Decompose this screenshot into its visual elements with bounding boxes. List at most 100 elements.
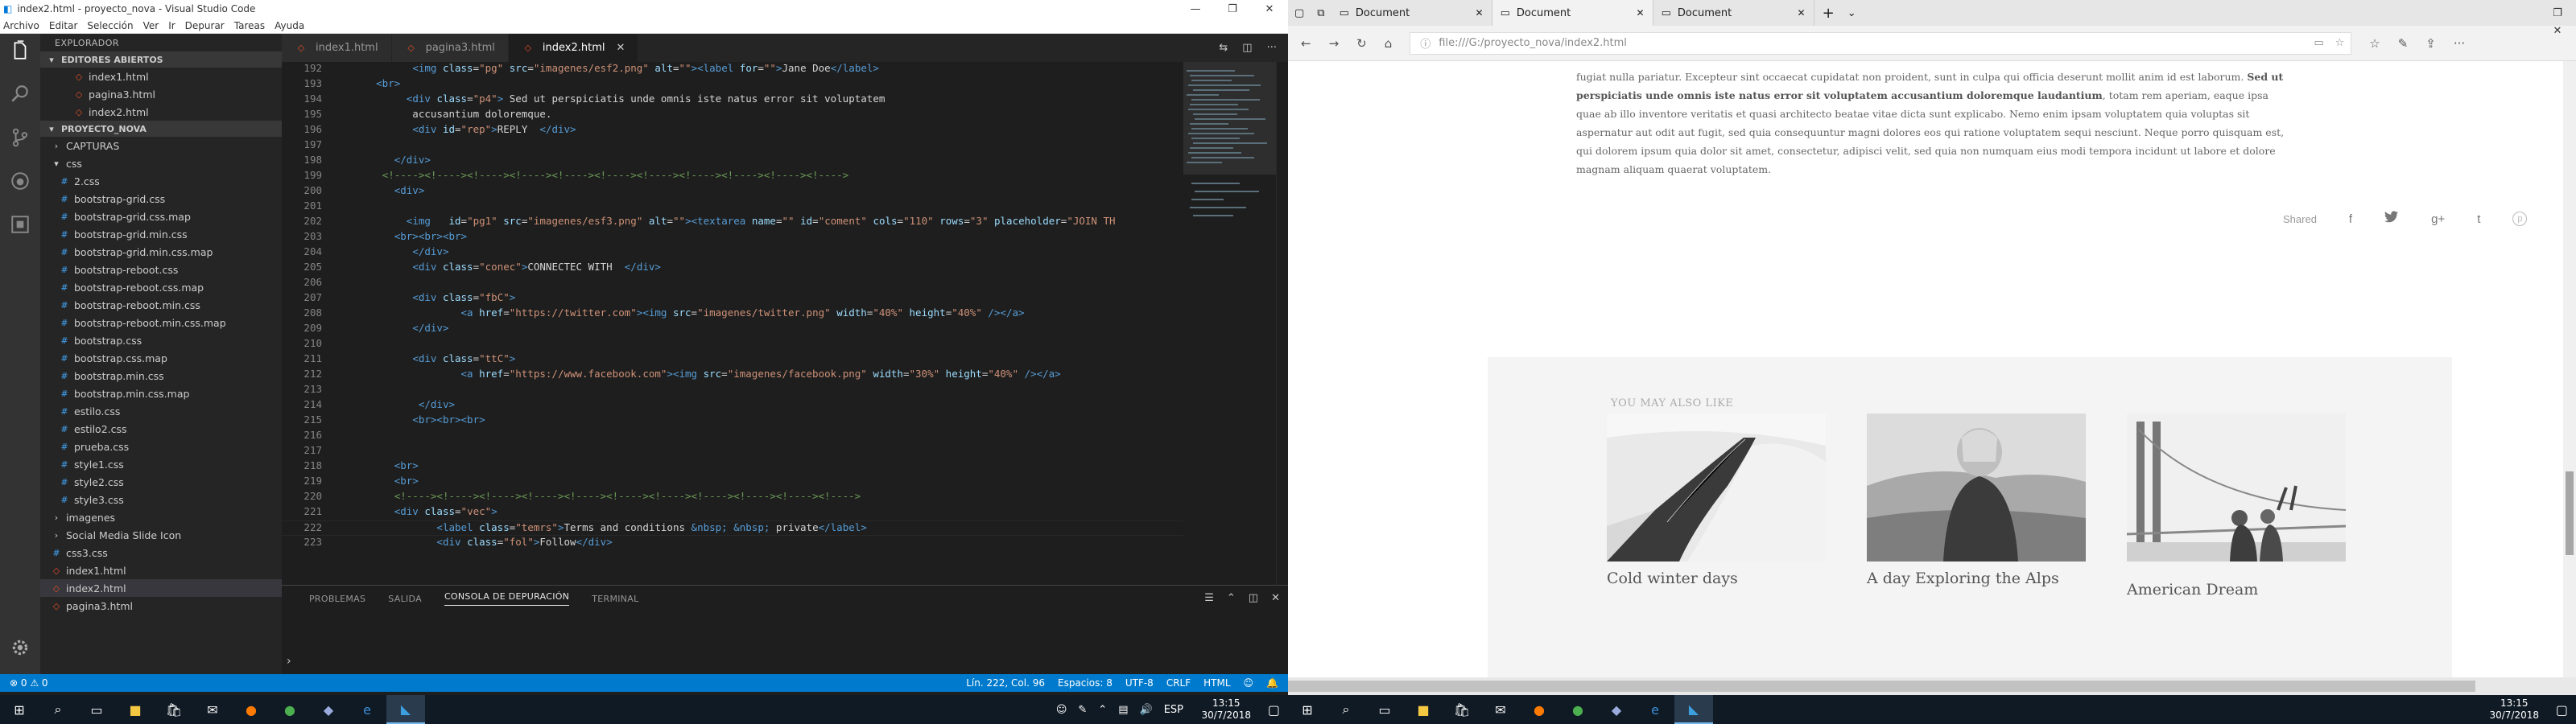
scrollbar-thumb[interactable]	[2566, 471, 2574, 555]
explorer-icon[interactable]	[10, 40, 31, 64]
file-item[interactable]: ◇ index2.html	[40, 579, 282, 597]
split-editor-icon[interactable]: ◫	[1242, 42, 1252, 54]
source-control-icon[interactable]	[10, 127, 31, 151]
panel-tab-terminal[interactable]: TERMINAL	[592, 594, 638, 604]
open-editor-item[interactable]: ◇ index1.html	[40, 68, 282, 85]
new-tab-icon[interactable]: +	[1814, 5, 1843, 22]
file-explorer-icon[interactable]: ■	[1404, 695, 1443, 724]
file-item[interactable]: # estilo.css	[40, 402, 282, 420]
google-plus-icon[interactable]: g+	[2431, 212, 2445, 226]
facebook-icon[interactable]: f	[2349, 212, 2352, 226]
file-item[interactable]: ◇ index1.html	[40, 562, 282, 579]
set-aside-tabs-icon[interactable]: ▢	[1288, 7, 1311, 19]
refresh-icon[interactable]: ↻	[1356, 36, 1367, 51]
code-editor[interactable]: 192 <img class="pg" src="imagenes/esf2.p…	[282, 62, 1183, 585]
favorites-icon[interactable]: ☆	[2369, 36, 2380, 51]
file-item[interactable]: # bootstrap.css	[40, 331, 282, 349]
close-tab-icon[interactable]: ✕	[1476, 7, 1484, 19]
chrome-icon[interactable]: ●	[1558, 695, 1597, 724]
chrome-icon[interactable]: ●	[270, 695, 309, 724]
favorite-star-icon[interactable]: ☆	[2335, 37, 2345, 49]
folder-item[interactable]: › imagenes	[40, 508, 282, 526]
firefox-icon[interactable]: ●	[232, 695, 270, 724]
browser-tab[interactable]: ▭ Document ✕	[1492, 0, 1653, 26]
editor-tab[interactable]: ◇ index2.html ✕	[508, 34, 639, 62]
editor-tab[interactable]: ◇ pagina3.html	[391, 34, 509, 62]
home-icon[interactable]: ⌂	[1385, 36, 1393, 51]
cortana-search-icon[interactable]: ⌕	[39, 695, 77, 724]
file-item[interactable]: # prueba.css	[40, 438, 282, 455]
file-item[interactable]: # bootstrap-grid.min.css	[40, 225, 282, 243]
more-actions-icon[interactable]: ···	[1267, 42, 1277, 54]
file-item[interactable]: # style1.css	[40, 455, 282, 473]
browser-tab[interactable]: ▭ Document ✕	[1331, 0, 1492, 26]
close-panel-icon[interactable]: ✕	[1271, 592, 1280, 604]
debug-icon[interactable]	[10, 171, 31, 195]
maximize-button[interactable]: ❐	[1214, 0, 1251, 18]
menu-item-selección[interactable]: Selección	[87, 20, 133, 31]
file-item[interactable]: # bootstrap.min.css.map	[40, 385, 282, 402]
file-item[interactable]: #2.css	[40, 172, 282, 190]
reading-view-icon[interactable]: ▭	[2314, 37, 2323, 49]
forward-icon[interactable]: →	[1329, 36, 1340, 51]
editor-scrollbar[interactable]	[1276, 62, 1288, 585]
task-view-icon[interactable]: ▭	[1365, 695, 1404, 724]
minimize-button[interactable]: —	[1177, 0, 1214, 18]
status-item[interactable]: UTF-8	[1125, 677, 1154, 689]
show-tabs-aside-icon[interactable]: ⧉	[1311, 7, 1331, 19]
tray-chevron-icon[interactable]: ⌃	[1098, 704, 1107, 716]
menu-item-ver[interactable]: Ver	[143, 20, 159, 31]
pen-icon[interactable]: ✎	[1078, 704, 1087, 716]
notes-icon[interactable]: ✎	[2398, 36, 2409, 51]
file-item[interactable]: # bootstrap-grid.min.css.map	[40, 243, 282, 261]
open-editor-item[interactable]: ◇ index2.html	[40, 103, 282, 121]
file-item[interactable]: # bootstrap-reboot.min.css.map	[40, 314, 282, 331]
status-item[interactable]: ☺	[1244, 677, 1254, 689]
menu-item-ayuda[interactable]: Ayuda	[275, 20, 304, 31]
page-scrollbar[interactable]	[2563, 61, 2576, 677]
status-item[interactable]: CRLF	[1166, 677, 1191, 689]
maximize-button[interactable]: ❐	[2539, 4, 2576, 22]
mail-icon[interactable]: ✉	[193, 695, 232, 724]
browser-tab[interactable]: ▭ Document ✕	[1653, 0, 1814, 26]
file-item[interactable]: # estilo2.css	[40, 420, 282, 438]
file-item[interactable]: # style2.css	[40, 473, 282, 491]
file-item[interactable]: ◇ pagina3.html	[40, 597, 282, 615]
menu-item-tareas[interactable]: Tareas	[234, 20, 265, 31]
horizontal-scrollbar[interactable]	[1288, 677, 2576, 695]
app-icon[interactable]: ◆	[309, 695, 348, 724]
open-editor-item[interactable]: ◇ pagina3.html	[40, 85, 282, 103]
editor-tab[interactable]: ◇ index1.html	[282, 34, 392, 62]
notifications-icon[interactable]: ▢	[1268, 702, 1280, 718]
settings-gear-icon[interactable]	[10, 637, 31, 661]
related-card[interactable]: Cold winter days	[1607, 413, 1826, 587]
chevron-up-icon[interactable]: ⌃	[1227, 592, 1236, 604]
close-tab-icon[interactable]: ✕	[1798, 7, 1806, 19]
tumblr-icon[interactable]: t	[2477, 212, 2480, 226]
close-button[interactable]: ✕	[2539, 22, 2576, 39]
task-view-icon[interactable]: ▭	[77, 695, 116, 724]
edge-icon[interactable]: e	[1636, 695, 1674, 724]
menu-item-depurar[interactable]: Depurar	[185, 20, 225, 31]
related-card[interactable]: American Dream	[2126, 413, 2347, 599]
search-icon[interactable]	[10, 84, 31, 108]
start-windows-icon[interactable]: ⊞	[1288, 695, 1327, 724]
firefox-icon[interactable]: ●	[1520, 695, 1558, 724]
scrollbar-thumb[interactable]	[1288, 681, 2475, 692]
start-windows-icon[interactable]: ⊞	[0, 695, 39, 724]
panel-tab-problemas[interactable]: PROBLEMAS	[309, 594, 365, 604]
language-indicator[interactable]: ESP	[1164, 704, 1183, 716]
volume-icon[interactable]: 🔊	[1140, 704, 1153, 716]
status-item[interactable]: 🔔	[1266, 677, 1278, 689]
close-tab-icon[interactable]: ✕	[617, 42, 625, 54]
menu-item-ir[interactable]: Ir	[168, 20, 175, 31]
address-input[interactable]: ⓘ file:///G:/proyecto_nova/index2.html ▭ ☆	[1410, 31, 2352, 55]
open-preview-icon[interactable]: ⇆	[1219, 42, 1228, 54]
menu-item-archivo[interactable]: Archivo	[3, 20, 39, 31]
tab-list-chevron-icon[interactable]: ⌄	[1843, 7, 1861, 19]
filter-icon[interactable]: ☰	[1204, 592, 1214, 604]
file-explorer-icon[interactable]: ■	[116, 695, 155, 724]
maximize-panel-icon[interactable]: ◫	[1249, 592, 1258, 604]
folder-item[interactable]: › Social Media Slide Icon	[40, 526, 282, 544]
panel-tab-salida[interactable]: SALIDA	[388, 594, 422, 604]
